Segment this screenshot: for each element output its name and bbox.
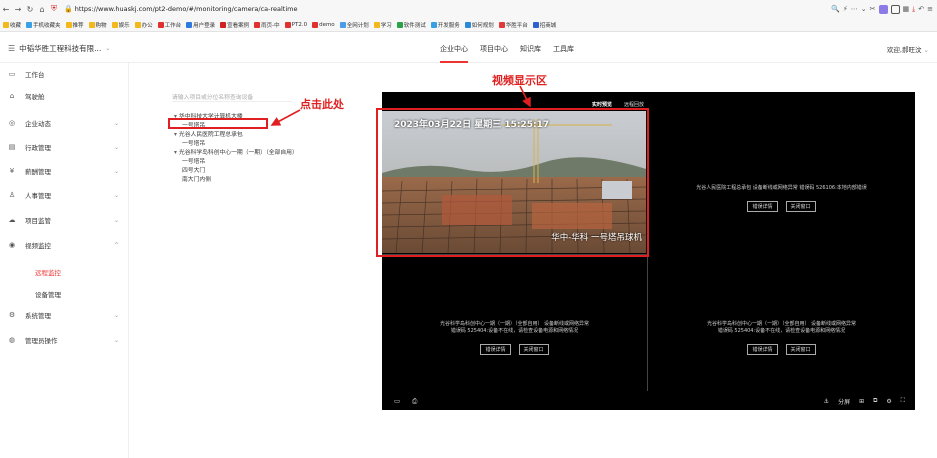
annotation-arrows: [270, 85, 531, 126]
app-root: ← → ↻ ⌂ ⛨ 🔒 https://www.huaskj.com/pt2-d…: [0, 0, 937, 458]
